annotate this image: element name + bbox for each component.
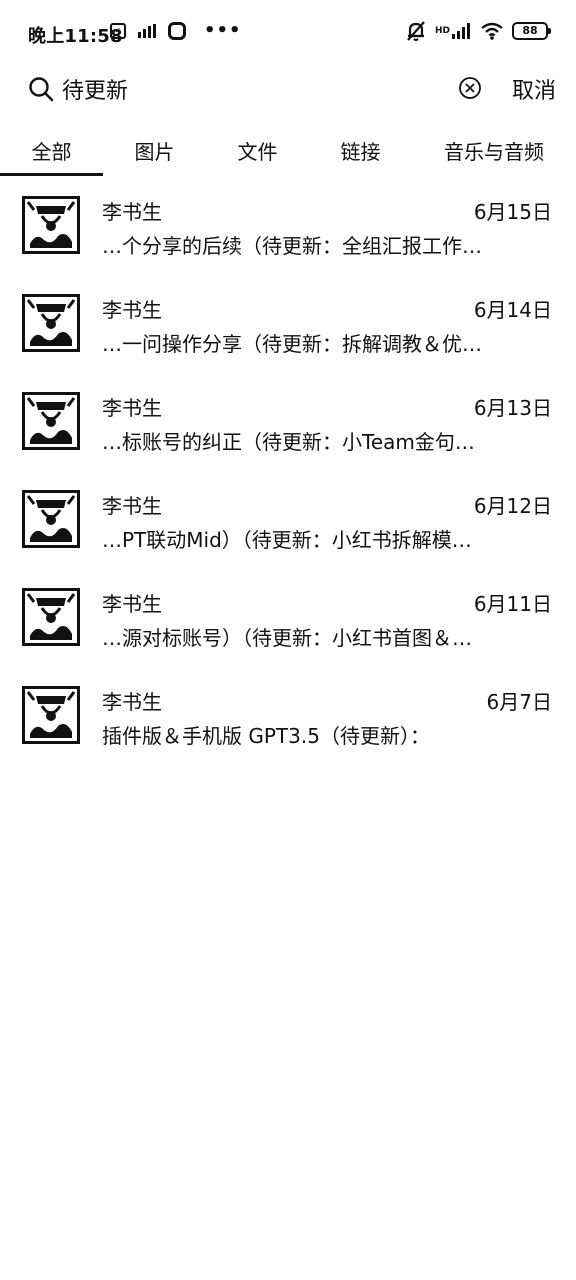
cellular-signal-icon: HD: [435, 23, 472, 39]
avatar: [22, 294, 80, 352]
tab-images[interactable]: 图片: [103, 124, 206, 176]
tab-files[interactable]: 文件: [206, 124, 309, 176]
search-icon: [29, 77, 54, 102]
message-snippet: …源对标账号）（待更新：小红书首图＆…: [102, 626, 472, 650]
sender-name: 李书生: [102, 200, 162, 224]
search-input[interactable]: [62, 72, 442, 106]
avatar: [22, 196, 80, 254]
result-item[interactable]: 李书生 6月11日 …源对标账号）（待更新：小红书首图＆…: [0, 578, 576, 676]
signal-hd-icon: [138, 24, 156, 38]
clear-search-icon[interactable]: [458, 76, 482, 100]
status-bar: 晚上11:58 ✓ ••• HD 88: [0, 0, 576, 68]
wifi-icon: [480, 22, 504, 40]
system-status-icons: HD 88: [405, 20, 551, 42]
result-item[interactable]: 李书生 6月14日 …一问操作分享（待更新：拆解调教＆优…: [0, 284, 576, 382]
result-item[interactable]: 李书生 6月12日 …PT联动Mid）（待更新：小红书拆解模…: [0, 480, 576, 578]
message-snippet: 插件版＆手机版 GPT3.5（待更新）：: [102, 724, 430, 748]
avatar: [22, 490, 80, 548]
app-notification-icon: ✓: [110, 23, 126, 39]
mute-bell-icon: [405, 20, 427, 42]
message-date: 6月13日: [473, 396, 552, 420]
search-bar: 取消: [0, 68, 576, 120]
avatar: [22, 392, 80, 450]
message-snippet: …标账号的纠正（待更新：小Team金句…: [102, 430, 475, 454]
avatar: [22, 686, 80, 744]
sender-name: 李书生: [102, 396, 162, 420]
tab-all[interactable]: 全部: [0, 124, 103, 176]
cancel-button[interactable]: 取消: [512, 73, 556, 105]
more-notifications-icon: •••: [204, 20, 242, 41]
app-square-icon: [168, 22, 186, 40]
message-snippet: …一问操作分享（待更新：拆解调教＆优…: [102, 332, 482, 356]
filter-tabs: 全部 图片 文件 链接 音乐与音频: [0, 124, 576, 176]
message-date: 6月14日: [473, 298, 552, 322]
message-date: 6月15日: [473, 200, 552, 224]
message-date: 6月11日: [473, 592, 552, 616]
sender-name: 李书生: [102, 494, 162, 518]
result-item[interactable]: 李书生 6月15日 …个分享的后续（待更新：全组汇报工作…: [0, 186, 576, 284]
status-time: 晚上11:58: [28, 26, 123, 47]
tab-music-audio[interactable]: 音乐与音频: [412, 124, 576, 176]
sender-name: 李书生: [102, 298, 162, 322]
message-date: 6月12日: [473, 494, 552, 518]
notification-icons: ✓ •••: [110, 22, 242, 40]
sender-name: 李书生: [102, 690, 162, 714]
message-snippet: …个分享的后续（待更新：全组汇报工作…: [102, 234, 482, 258]
message-date: 6月7日: [486, 690, 552, 714]
result-item[interactable]: 李书生 6月13日 …标账号的纠正（待更新：小Team金句…: [0, 382, 576, 480]
tab-links[interactable]: 链接: [309, 124, 412, 176]
result-item[interactable]: 李书生 6月7日 插件版＆手机版 GPT3.5（待更新）：: [0, 676, 576, 774]
search-results-page: 晚上11:58 ✓ ••• HD 88 待更新 取消 全部 图片 文件 链接 音…: [0, 0, 576, 1280]
message-snippet: …PT联动Mid）（待更新：小红书拆解模…: [102, 528, 472, 552]
result-list: 李书生 6月15日 …个分享的后续（待更新：全组汇报工作… 李书生 6月14日 …: [0, 186, 576, 774]
battery-icon: 88: [512, 22, 551, 40]
sender-name: 李书生: [102, 592, 162, 616]
avatar: [22, 588, 80, 646]
hd-label: HD: [434, 25, 450, 36]
